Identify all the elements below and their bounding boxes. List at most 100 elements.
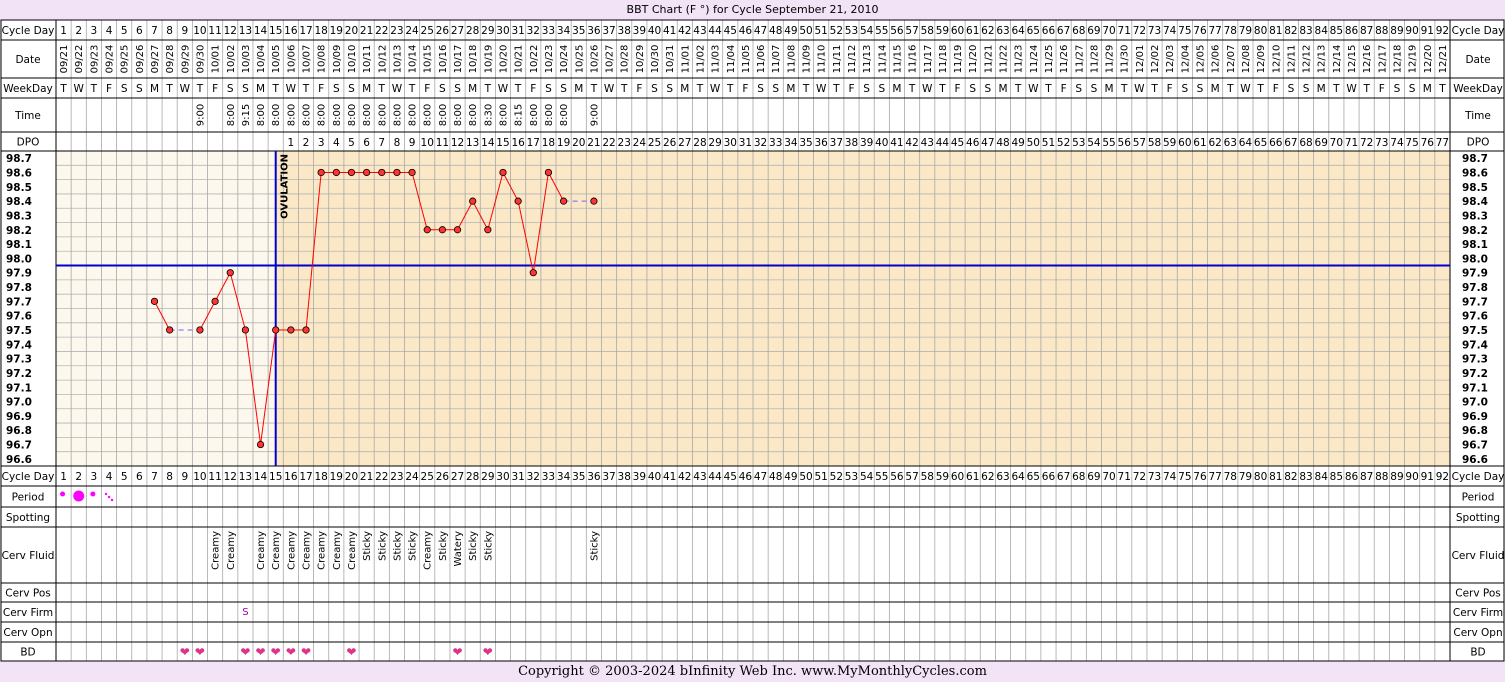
- time-label: 8:00: [438, 104, 449, 126]
- date-label: 12/18: [1392, 45, 1403, 74]
- date-label: 10/21: [514, 45, 525, 74]
- weekday-label: T: [271, 83, 279, 95]
- time-label: 8:00: [362, 104, 373, 126]
- cycle-day-label-bottom: 89: [1390, 471, 1403, 483]
- date-label: 10/11: [362, 45, 373, 74]
- cycle-day-label-bottom: 73: [1148, 471, 1161, 483]
- cycle-day-label: 80: [1254, 25, 1267, 37]
- y-tick-label: 97.6: [6, 311, 32, 323]
- dpo-label: 2: [303, 137, 310, 149]
- y-tick-label-right: 97.6: [1462, 311, 1488, 323]
- weekday-label: S: [1182, 83, 1189, 95]
- cycle-day-label: 68: [1072, 25, 1085, 37]
- weekday-label: F: [106, 83, 112, 95]
- weekday-label: S: [1075, 83, 1082, 95]
- cycle-day-label: 75: [1178, 25, 1191, 37]
- cycle-day-label-bottom: 76: [1193, 471, 1207, 483]
- weekday-label: M: [468, 83, 477, 95]
- cycle-day-label-bottom: 11: [208, 471, 221, 483]
- cycle-day-label-bottom: 30: [496, 471, 509, 483]
- cycle-day-label-bottom: 19: [330, 471, 343, 483]
- cycle-day-label: 36: [587, 25, 601, 37]
- cycle-day-label: 25: [421, 25, 434, 37]
- weekday-label: W: [286, 83, 297, 95]
- cycle-day-label-bottom: 45: [724, 471, 737, 483]
- bd-heart-icon: ❤: [483, 645, 493, 659]
- cycle-day-label-bottom: 40: [648, 471, 661, 483]
- cycle-day-label-bottom: 42: [678, 471, 691, 483]
- dpo-label: 34: [784, 137, 798, 149]
- cycle-day-label-bottom: 1: [60, 471, 67, 483]
- cycle-day-label-bottom: 22: [375, 471, 388, 483]
- time-label: 9:00: [589, 104, 600, 126]
- temp-point: [256, 440, 265, 449]
- cycle-day-label-bottom: 5: [121, 471, 128, 483]
- dpo-label: 76: [1421, 137, 1435, 149]
- date-label: 11/08: [786, 45, 797, 74]
- cycle-day-label-bottom: 70: [1102, 471, 1115, 483]
- date-label: 10/28: [620, 45, 631, 74]
- time-label: 8:00: [332, 104, 343, 126]
- dpo-label: 55: [1102, 137, 1115, 149]
- row-label-right-bd: BD: [1470, 647, 1485, 659]
- weekday-label: W: [74, 83, 85, 95]
- cycle-day-label: 91: [1421, 25, 1434, 37]
- cycle-day-label: 72: [1133, 25, 1146, 37]
- weekday-label: F: [848, 83, 854, 95]
- weekday-label: M: [1423, 83, 1432, 95]
- row-label-right-cerv-firm: Cerv Firm: [1453, 607, 1503, 619]
- y-tick-label: 98.3: [6, 210, 32, 222]
- period-marker: [60, 491, 66, 497]
- cycle-day-label-bottom: 41: [663, 471, 676, 483]
- weekday-label: M: [1317, 83, 1326, 95]
- temp-point: [241, 326, 250, 334]
- weekday-label: F: [1273, 83, 1279, 95]
- cycle-day-label: 79: [1239, 25, 1252, 37]
- cycle-day-label-bottom: 36: [587, 471, 601, 483]
- cycle-day-label-bottom: 69: [1087, 471, 1100, 483]
- row-label-right-spotting: Spotting: [1456, 512, 1500, 524]
- weekday-label: W: [498, 83, 509, 95]
- dpo-label: 21: [587, 137, 600, 149]
- date-label: 11/05: [741, 45, 752, 74]
- dpo-label: 56: [1118, 137, 1132, 149]
- y-tick-label-right: 97.9: [1462, 268, 1488, 280]
- date-label: 10/02: [226, 45, 237, 74]
- date-label: 09/21: [59, 45, 70, 74]
- cycle-day-label: 28: [466, 25, 479, 37]
- dpo-label: 66: [1269, 137, 1283, 149]
- cycle-day-label-bottom: 75: [1178, 471, 1191, 483]
- cycle-day-label: 20: [345, 25, 358, 37]
- date-label: 11/24: [1029, 45, 1040, 74]
- time-label: 8:00: [453, 104, 464, 126]
- time-label: 8:00: [347, 104, 358, 126]
- temp-point: [529, 269, 537, 277]
- date-label: 11/10: [817, 45, 828, 74]
- row-label-cerv-opn: Cerv Opn: [3, 627, 52, 639]
- date-label: 12/06: [1211, 45, 1222, 74]
- time-label: 8:00: [408, 104, 419, 126]
- weekday-label: T: [378, 83, 386, 95]
- cycle-day-label-bottom: 18: [314, 471, 327, 483]
- cycle-day-label: 40: [648, 25, 661, 37]
- cycle-day-label-bottom: 80: [1254, 471, 1267, 483]
- cycle-day-label: 4: [106, 25, 113, 37]
- cycle-day-label: 13: [239, 25, 252, 37]
- y-tick-label: 97.8: [6, 282, 32, 294]
- weekday-label: M: [150, 83, 159, 95]
- date-label: 09/29: [180, 45, 191, 74]
- weekday-label: S: [1197, 83, 1204, 95]
- row-label-period: Period: [12, 492, 45, 504]
- cycle-day-label-bottom: 63: [996, 471, 1009, 483]
- cycle-day-label: 66: [1042, 25, 1056, 37]
- weekday-label: W: [816, 83, 827, 95]
- date-label: 10/29: [635, 45, 646, 74]
- cycle-day-label-bottom: 82: [1284, 471, 1297, 483]
- cycle-day-label-bottom: 57: [905, 471, 918, 483]
- weekday-label: T: [620, 83, 628, 95]
- weekday-label: T: [1044, 83, 1052, 95]
- cycle-day-label-bottom: 17: [299, 471, 312, 483]
- weekday-label: W: [1240, 83, 1251, 95]
- temp-point: [211, 297, 219, 305]
- cerv-fluid-label: Sticky: [483, 531, 494, 561]
